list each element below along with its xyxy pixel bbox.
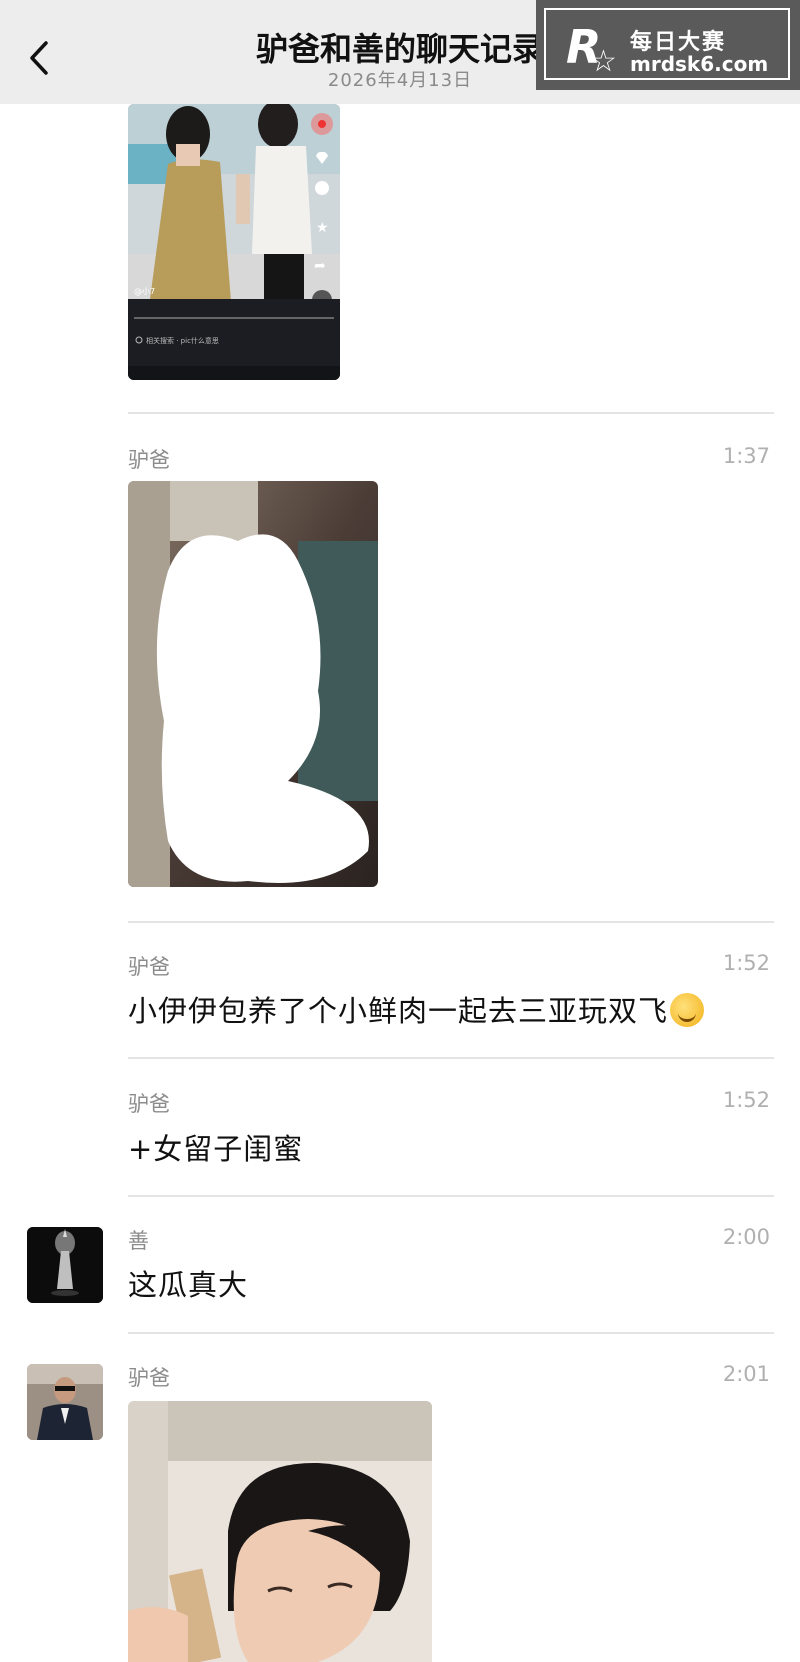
message-sender: 驴爸 [128,448,170,472]
watermark-logo: R ☆ 每日大赛 mrdsk6.com [536,0,800,90]
message-time: 2:00 [722,1225,770,1249]
selfie-photo [128,1401,432,1662]
message-text[interactable]: 这瓜真大 [128,1262,248,1304]
related-search-text: 相关搜索 · pic什么意思 [146,336,219,345]
message-divider [128,921,774,923]
message-sender: 善 [128,1229,149,1253]
caption-user: @小7 [134,287,155,296]
watermark-url: mrdsk6.com [630,52,769,76]
star-icon: ☆ [590,44,617,79]
message-time: 2:01 [722,1362,770,1386]
avatar-figure-image [27,1227,103,1303]
laughing-emoji-icon [670,993,705,1027]
message-image-blurred[interactable] [128,481,378,887]
avatar[interactable] [27,1364,103,1440]
message-divider [128,1332,774,1334]
message-text[interactable]: +女留子闺蜜 [128,1126,303,1168]
message-text-content: 小伊伊包养了个小鲜肉一起去三亚玩双飞 [128,994,669,1028]
screenshot-image: ★ ➦ @小7 相关搜索 · pic什么意思 [128,104,340,380]
avatar-suit-man-image [27,1364,103,1440]
svg-text:★: ★ [316,220,329,236]
svg-text:➦: ➦ [314,258,326,274]
blurred-photo [128,481,378,887]
message-time: 1:52 [722,1088,770,1112]
message-time: 1:52 [722,951,770,975]
message-divider [128,412,774,414]
message-image-selfie[interactable] [128,1401,432,1662]
message-sender: 驴爸 [128,1092,170,1116]
message-sender: 驴爸 [128,955,170,979]
message-sender: 驴爸 [128,1366,170,1390]
avatar[interactable] [27,1227,103,1303]
message-text[interactable]: 小伊伊包养了个小鲜肉一起去三亚玩双飞 [128,988,705,1030]
message-divider [128,1057,774,1059]
message-image-screenshot[interactable]: ★ ➦ @小7 相关搜索 · pic什么意思 [128,104,340,380]
message-time: 1:37 [722,444,770,468]
message-divider [128,1195,774,1197]
